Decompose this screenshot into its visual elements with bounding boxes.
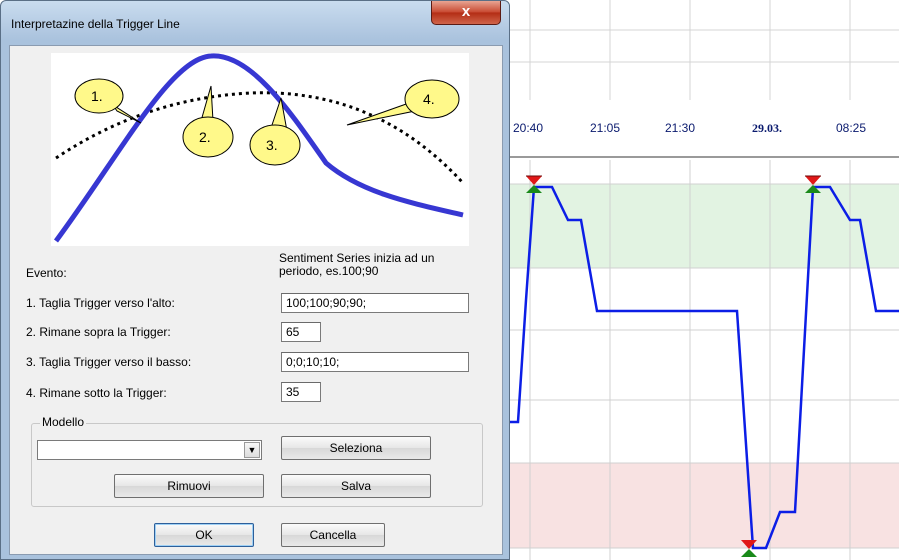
time-label: 21:05: [590, 121, 620, 135]
close-icon: x: [461, 3, 471, 20]
ok-button[interactable]: OK: [154, 523, 254, 547]
time-label: 21:30: [665, 121, 695, 135]
callout-label: 1.: [91, 88, 103, 104]
model-group-label: Modello: [40, 415, 87, 429]
callout-label: 4.: [423, 91, 435, 107]
trigger-line-dialog: Interpretazine della Trigger Line x 1. 2…: [0, 0, 510, 560]
stay-below-input[interactable]: [281, 382, 321, 402]
trigger-illustration: 1. 2. 3. 4.: [51, 53, 469, 246]
dialog-title: Interpretazine della Trigger Line: [11, 17, 180, 31]
close-button[interactable]: x: [431, 1, 501, 25]
cancel-button[interactable]: Cancella: [281, 523, 385, 547]
cross-down-input[interactable]: [281, 352, 469, 372]
field-label-cross-down: 3. Taglia Trigger verso il basso:: [26, 355, 192, 369]
event-header: Evento:: [26, 266, 67, 280]
select-model-button[interactable]: Seleziona: [281, 436, 431, 460]
field-label-stay-above: 2. Rimane sopra la Trigger:: [26, 325, 171, 339]
save-model-button[interactable]: Salva: [281, 474, 431, 498]
dialog-client-area: 1. 2. 3. 4. Sentiment Series inizia ad u…: [9, 45, 503, 555]
callout-label: 3.: [266, 137, 278, 153]
upper-trigger-zone: [510, 184, 899, 268]
stay-above-input[interactable]: [281, 322, 321, 342]
model-select[interactable]: ▼: [37, 440, 262, 460]
lower-trigger-zone: [510, 463, 899, 548]
sentiment-note: Sentiment Series inizia ad un periodo, e…: [279, 251, 435, 278]
field-label-cross-up: 1. Taglia Trigger verso l'alto:: [26, 296, 175, 310]
time-label: 08:25: [836, 121, 866, 135]
remove-model-button[interactable]: Rimuovi: [114, 474, 264, 498]
field-label-stay-below: 4. Rimane sotto la Trigger:: [26, 386, 167, 400]
time-label-date: 29.03.: [752, 121, 782, 135]
chevron-down-icon[interactable]: ▼: [244, 442, 260, 458]
cross-up-input[interactable]: [281, 293, 469, 313]
callout-label: 2.: [199, 129, 211, 145]
time-label: 20:40: [513, 121, 543, 135]
